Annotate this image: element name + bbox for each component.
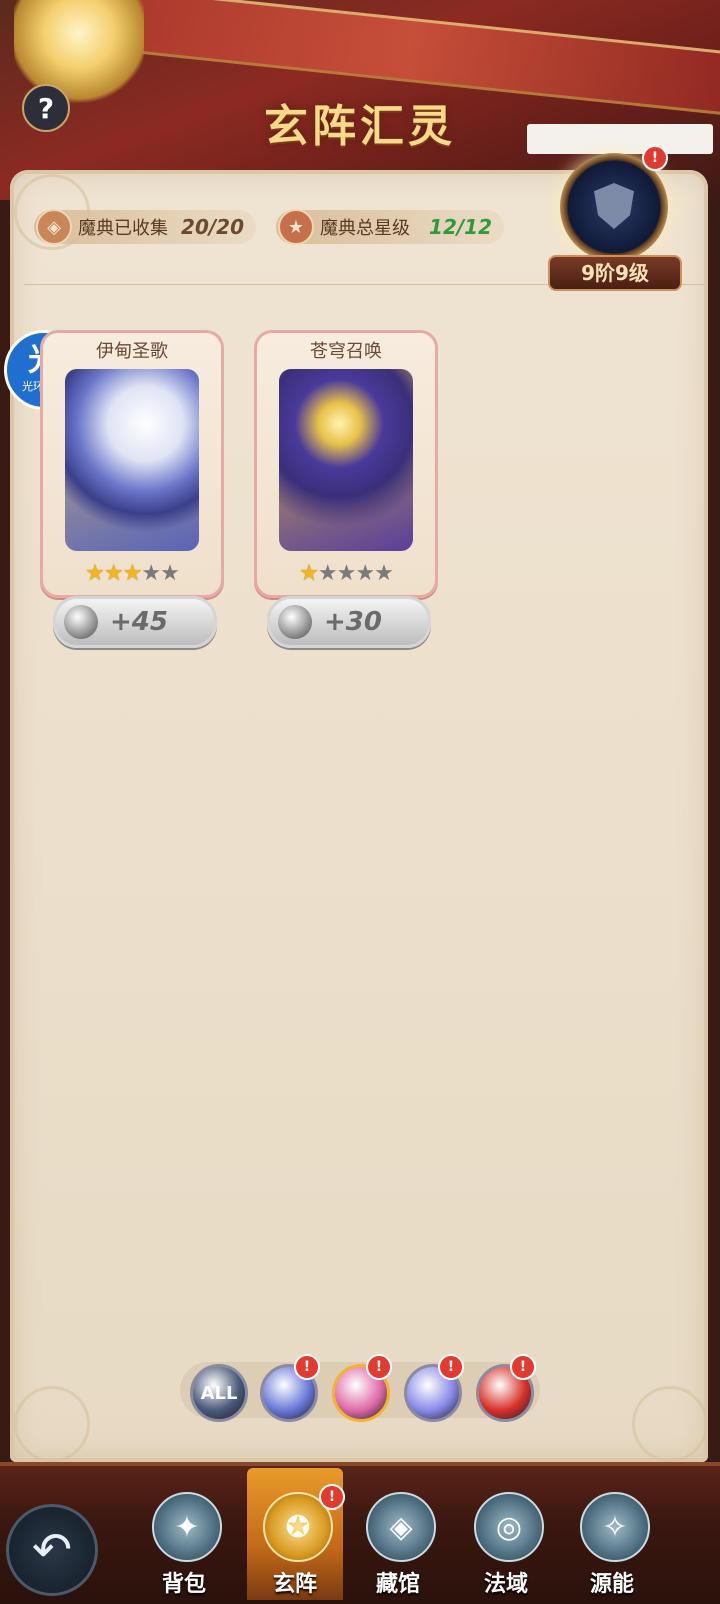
alert-badge: ! [438, 1354, 464, 1380]
star-empty-icon: ★ [336, 561, 357, 586]
book-illustration [279, 369, 413, 551]
nav-label: 背包 [161, 1572, 206, 1597]
book-illustration [65, 369, 199, 551]
star-filled-icon: ★ [85, 561, 105, 586]
alert-badge: ! [510, 1354, 536, 1380]
nav-label: 玄阵 [272, 1572, 317, 1597]
collected-stat: ◈ 魔典已收集 20/20 [34, 209, 256, 245]
nav-backpack[interactable]: ✦ 背包 [134, 1486, 234, 1597]
alert-badge: ! [319, 1484, 345, 1510]
bonus-pill: +30 [267, 596, 431, 648]
stars-stat: ★ 魔典总星级 12/12 [276, 209, 504, 245]
book-name: 苍穹召唤 [310, 341, 382, 362]
star-empty-icon: ★ [160, 561, 180, 586]
book-icon: ◈ [366, 1492, 436, 1562]
gem-icon [64, 605, 98, 639]
star-rating: ★★★★★ [43, 561, 221, 586]
nav-domain[interactable]: ◎ 法域 [456, 1486, 556, 1597]
star-filled-icon: ★ [122, 561, 143, 586]
star-empty-icon: ★ [317, 561, 338, 586]
rank-emblem[interactable]: 9阶9级 ! [548, 145, 682, 295]
book-card[interactable]: 伊甸圣歌 ★★★★★ [40, 330, 224, 598]
nav-label: 藏馆 [375, 1572, 420, 1597]
nav-label: 源能 [589, 1572, 634, 1597]
collected-value: 20/20 [181, 215, 244, 239]
collection-icon: ◈ [36, 209, 72, 245]
alert-badge: ! [366, 1354, 392, 1380]
vortex-icon: ◎ [474, 1492, 544, 1562]
back-button[interactable]: ↶ [6, 1504, 98, 1596]
rank-label: 9阶9级 [548, 255, 682, 291]
alert-badge: ! [294, 1354, 320, 1380]
star-icon: ★ [278, 209, 314, 245]
star-rating: ★★★★★ [257, 561, 435, 586]
nav-energy[interactable]: ✧ 源能 [562, 1486, 662, 1597]
stars-value: 12/12 [429, 215, 492, 239]
nav-label: 法域 [483, 1572, 528, 1597]
compass-star-icon: ✦ [152, 1492, 222, 1562]
filter-all[interactable]: ALL [190, 1364, 248, 1422]
book-card[interactable]: 苍穹召唤 ★★★★★ [254, 330, 438, 598]
nav-collection[interactable]: ◈ 藏馆 [348, 1486, 448, 1597]
corner-ornament [14, 1386, 90, 1462]
star-filled-icon: ★ [299, 561, 319, 586]
gem-icon [278, 605, 312, 639]
star-filled-icon: ★ [103, 561, 124, 586]
book-name: 伊甸圣歌 [96, 341, 168, 362]
sparkle-icon: ✧ [580, 1492, 650, 1562]
alert-badge: ! [642, 145, 668, 171]
nav-formation-active[interactable]: ✪ 玄阵 ! [247, 1468, 345, 1600]
star-empty-icon: ★ [374, 561, 394, 586]
stars-label: 魔典总星级 [320, 218, 410, 239]
star-empty-icon: ★ [355, 561, 375, 586]
bonus-pill: +45 [53, 596, 217, 648]
corner-ornament [632, 1386, 708, 1462]
bonus-value: +45 [110, 607, 168, 637]
star-empty-icon: ★ [141, 561, 161, 586]
bonus-value: +30 [324, 607, 382, 637]
collected-label: 魔典已收集 [78, 218, 168, 239]
